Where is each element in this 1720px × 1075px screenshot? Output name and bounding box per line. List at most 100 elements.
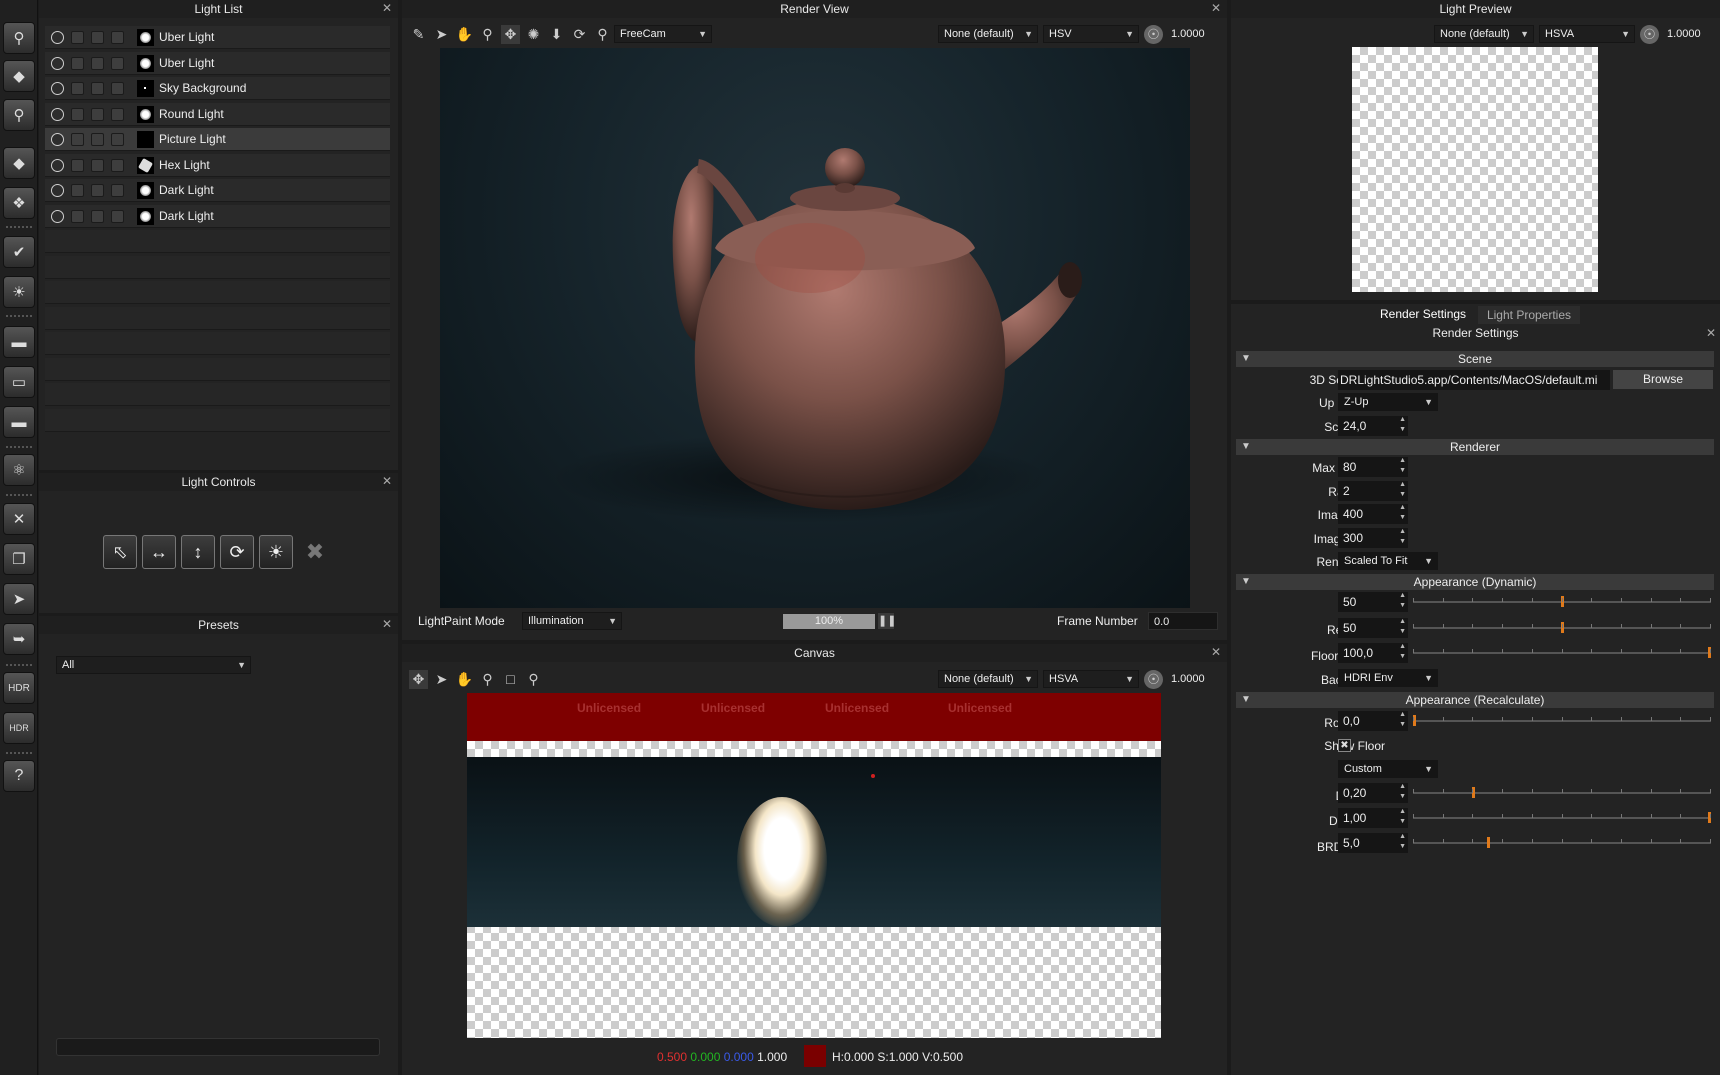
canvas-light-blob[interactable] [737,797,827,927]
checker-light-icon[interactable]: ❖ [3,187,35,219]
delete-light-icon[interactable]: ✕ [3,503,35,535]
slider-handle[interactable] [1487,837,1490,848]
scale-vertical-button[interactable]: ↕ [181,535,215,569]
spinner-arrows-icon[interactable]: ▲ ▼ [1399,415,1406,435]
degree90-slider[interactable] [1413,812,1711,823]
spinner-arrows-icon[interactable]: ▲ ▼ [1399,807,1406,827]
spinner-arrows-icon[interactable]: ▲ ▼ [1399,832,1406,852]
gradient-panel-icon[interactable]: ▭ [3,366,35,398]
canvas-exposure-value[interactable]: 1.0000 [1166,670,1218,688]
close-icon[interactable]: ✕ [382,617,392,631]
select-arrow-icon[interactable]: ➤ [432,25,451,44]
canvas-select-icon[interactable]: ➤ [432,670,451,689]
power-icon[interactable] [51,209,64,223]
solo-toggle[interactable] [71,82,84,95]
degree0-input[interactable]: 0,20 ▲ ▼ [1338,783,1408,803]
spinner-arrows-icon[interactable]: ▲ ▼ [1399,591,1406,611]
floor-shadow-input[interactable]: 100,0 ▲ ▼ [1338,643,1408,663]
visibility-toggle[interactable] [111,56,124,70]
canvas-fit-icon[interactable]: ⚲ [524,670,543,689]
lock-toggle[interactable] [91,133,104,146]
frame-number-input[interactable]: 0.0 [1148,612,1218,630]
spinner-arrows-icon[interactable]: ▲ ▼ [1399,527,1406,547]
canvas-pan-icon[interactable]: ✋ [455,670,474,689]
visibility-toggle[interactable] [111,82,124,95]
dolly-icon[interactable]: ⬇ [547,25,566,44]
scene-file-input[interactable]: DRLightStudio5.app/Contents/MacOS/defaul… [1338,370,1610,390]
show-floor-checkbox[interactable]: ✖ [1338,739,1351,752]
solo-toggle[interactable] [71,56,84,70]
preview-exposure-value[interactable]: 1.0000 [1662,25,1716,43]
reset-view-icon[interactable]: ⟳ [570,25,589,44]
lightpaint-mode-dropdown[interactable]: Illumination ▼ [522,612,622,630]
zoom-icon[interactable]: ⚲ [478,25,497,44]
light-list-item[interactable]: Hex Light [45,153,390,177]
move-icon[interactable]: ✥ [501,25,520,44]
floor-shadow-slider[interactable] [1413,647,1711,658]
sun-light-icon[interactable]: ☀ [3,276,35,308]
tab-render-settings[interactable]: Render Settings [1380,307,1466,321]
power-icon[interactable] [51,31,64,44]
section-renderer[interactable]: ▼ Renderer [1236,439,1714,455]
help-button[interactable]: ? [3,760,35,792]
color-swatch[interactable] [804,1045,826,1067]
section-appearance-recalculate[interactable]: ▼ Appearance (Recalculate) [1236,692,1714,708]
diffuse-input[interactable]: 50 ▲ ▼ [1338,592,1408,612]
canvas-marquee-icon[interactable]: □ [501,670,520,689]
light-list-item[interactable]: Uber Light [45,26,390,49]
light-list-item[interactable]: Picture Light [45,128,390,151]
close-icon[interactable]: ✕ [1706,326,1716,340]
add-reflector-icon[interactable]: ⚲ [3,99,35,131]
brdf-curve-slider[interactable] [1413,837,1711,848]
spinner-arrows-icon[interactable]: ▲ ▼ [1399,456,1406,476]
light-list-item[interactable]: Dark Light [45,204,390,228]
light-list-item[interactable]: Sky Background [45,77,390,100]
canvas-target-marker[interactable] [871,774,875,778]
roughness-slider[interactable] [1413,715,1711,726]
render-view-mode-dropdown[interactable]: Scaled To Fit ▼ [1338,552,1438,570]
spinner-arrows-icon[interactable]: ▲ ▼ [1399,782,1406,802]
preview-color-mode-dropdown[interactable]: HSVA ▼ [1539,25,1635,43]
power-icon[interactable] [51,107,64,121]
section-appearance-dynamic[interactable]: ▼ Appearance (Dynamic) [1236,574,1714,590]
visibility-toggle[interactable] [111,209,124,223]
section-scene[interactable]: ▼ Scene [1236,351,1714,367]
preview-lut-dropdown[interactable]: None (default) ▼ [1434,25,1534,43]
hdr-export-button[interactable]: HDR [3,672,35,704]
canvas-move-icon[interactable]: ✥ [409,670,428,689]
lock-toggle[interactable] [91,158,104,172]
gradient-vertical-icon[interactable]: ▬ [3,406,35,438]
reflectivity-input[interactable]: 50 ▲ ▼ [1338,618,1408,638]
camera-dropdown[interactable]: FreeCam ▼ [614,25,712,43]
solo-toggle[interactable] [71,133,84,146]
power-icon[interactable] [51,133,64,146]
degree90-input[interactable]: 1,00 ▲ ▼ [1338,808,1408,828]
spinner-arrows-icon[interactable]: ▲ ▼ [1399,503,1406,523]
solo-toggle[interactable] [71,158,84,172]
power-icon[interactable] [51,158,64,172]
ray-depth-input[interactable]: 2 ▲ ▼ [1338,481,1408,501]
visibility-toggle[interactable] [111,184,124,197]
render-color-mode-dropdown[interactable]: HSV ▼ [1043,25,1139,43]
solo-toggle[interactable] [71,209,84,223]
solo-toggle[interactable] [71,184,84,197]
visibility-toggle[interactable] [111,31,124,44]
fit-view-icon[interactable]: ⚲ [593,25,612,44]
canvas-exposure-icon[interactable]: ☉ [1144,670,1163,689]
scale-horizontal-button[interactable]: ↔ [142,535,176,569]
add-flag-icon[interactable]: ◆ [3,60,35,92]
background-dropdown[interactable]: HDRI Env ▼ [1338,669,1438,687]
light-list-item[interactable]: Round Light [45,102,390,126]
lock-toggle[interactable] [91,56,104,70]
solo-toggle[interactable] [71,31,84,44]
diffuse-slider[interactable] [1413,596,1711,607]
hdr-refresh-button[interactable]: HDR [3,712,35,744]
solo-toggle[interactable] [71,107,84,121]
browse-button[interactable]: Browse [1613,370,1713,389]
lock-toggle[interactable] [91,184,104,197]
lock-toggle[interactable] [91,31,104,44]
presets-filter-dropdown[interactable]: All ▼ [56,656,251,674]
power-icon[interactable] [51,56,64,70]
lock-toggle[interactable] [91,107,104,121]
tab-light-properties[interactable]: Light Properties [1478,306,1580,324]
